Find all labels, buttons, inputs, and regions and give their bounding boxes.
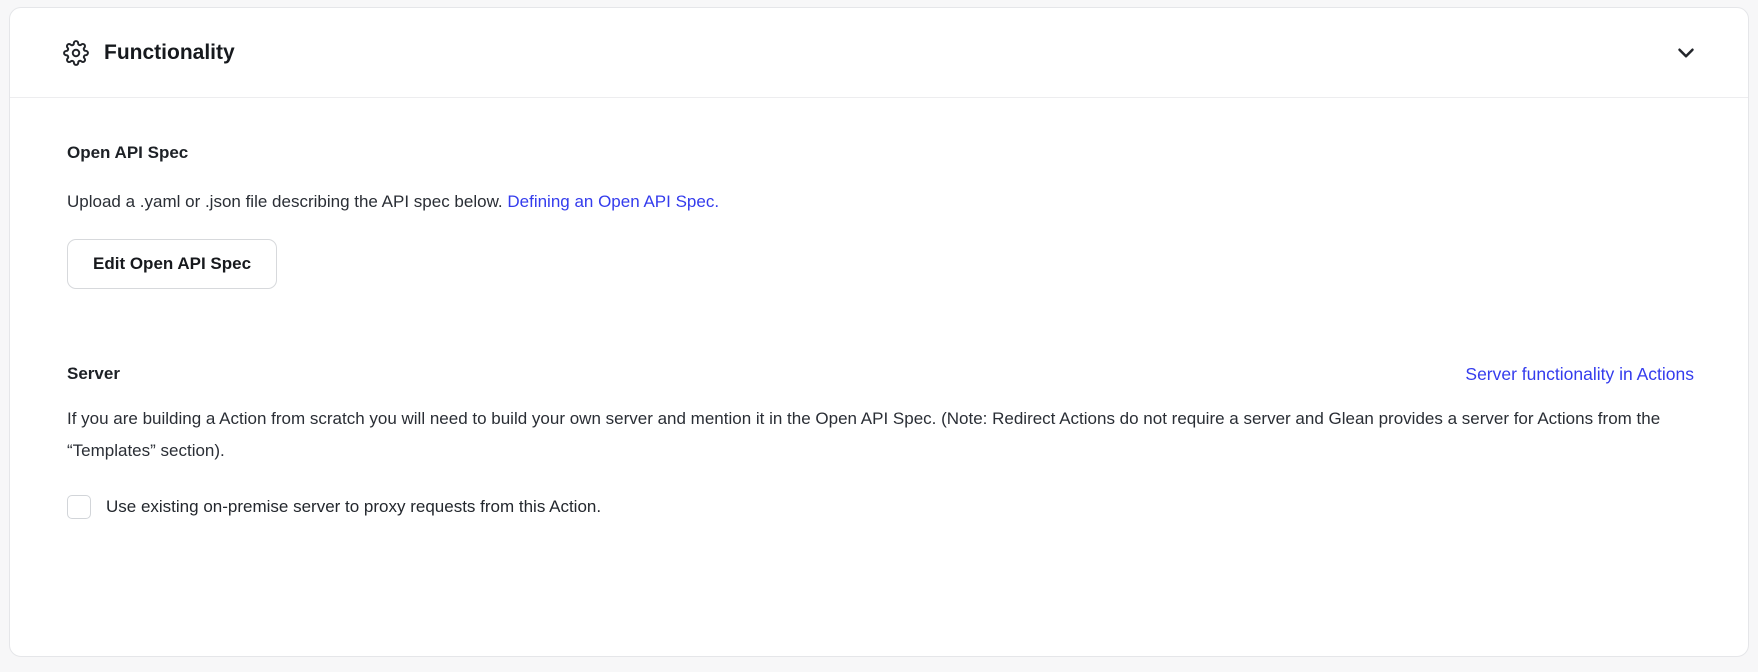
edit-open-api-spec-button[interactable]: Edit Open API Spec	[67, 239, 277, 289]
server-section: Server Server functionality in Actions I…	[67, 363, 1694, 519]
on-premise-server-checkbox[interactable]	[67, 495, 91, 519]
collapse-section-button[interactable]	[1670, 37, 1702, 69]
gear-icon	[63, 40, 89, 66]
chevron-down-icon	[1673, 40, 1699, 66]
defining-open-api-spec-link[interactable]: Defining an Open API Spec.	[507, 192, 719, 211]
card-header: Functionality	[10, 8, 1748, 98]
server-functionality-link[interactable]: Server functionality in Actions	[1465, 363, 1694, 385]
server-heading: Server	[67, 363, 120, 385]
card-body: Open API Spec Upload a .yaml or .json fi…	[10, 98, 1748, 519]
on-premise-checkbox-label: Use existing on-premise server to proxy …	[106, 497, 601, 517]
open-api-spec-description-text: Upload a .yaml or .json file describing …	[67, 192, 507, 211]
open-api-spec-description: Upload a .yaml or .json file describing …	[67, 186, 1694, 217]
open-api-spec-section: Open API Spec Upload a .yaml or .json fi…	[67, 142, 1694, 289]
server-heading-row: Server Server functionality in Actions	[67, 363, 1694, 385]
functionality-card: Functionality Open API Spec Upload a .ya…	[9, 7, 1749, 657]
on-premise-checkbox-row: Use existing on-premise server to proxy …	[67, 495, 1694, 519]
card-title: Functionality	[104, 41, 235, 65]
open-api-spec-heading: Open API Spec	[67, 142, 1694, 164]
server-description: If you are building a Action from scratc…	[67, 403, 1694, 467]
